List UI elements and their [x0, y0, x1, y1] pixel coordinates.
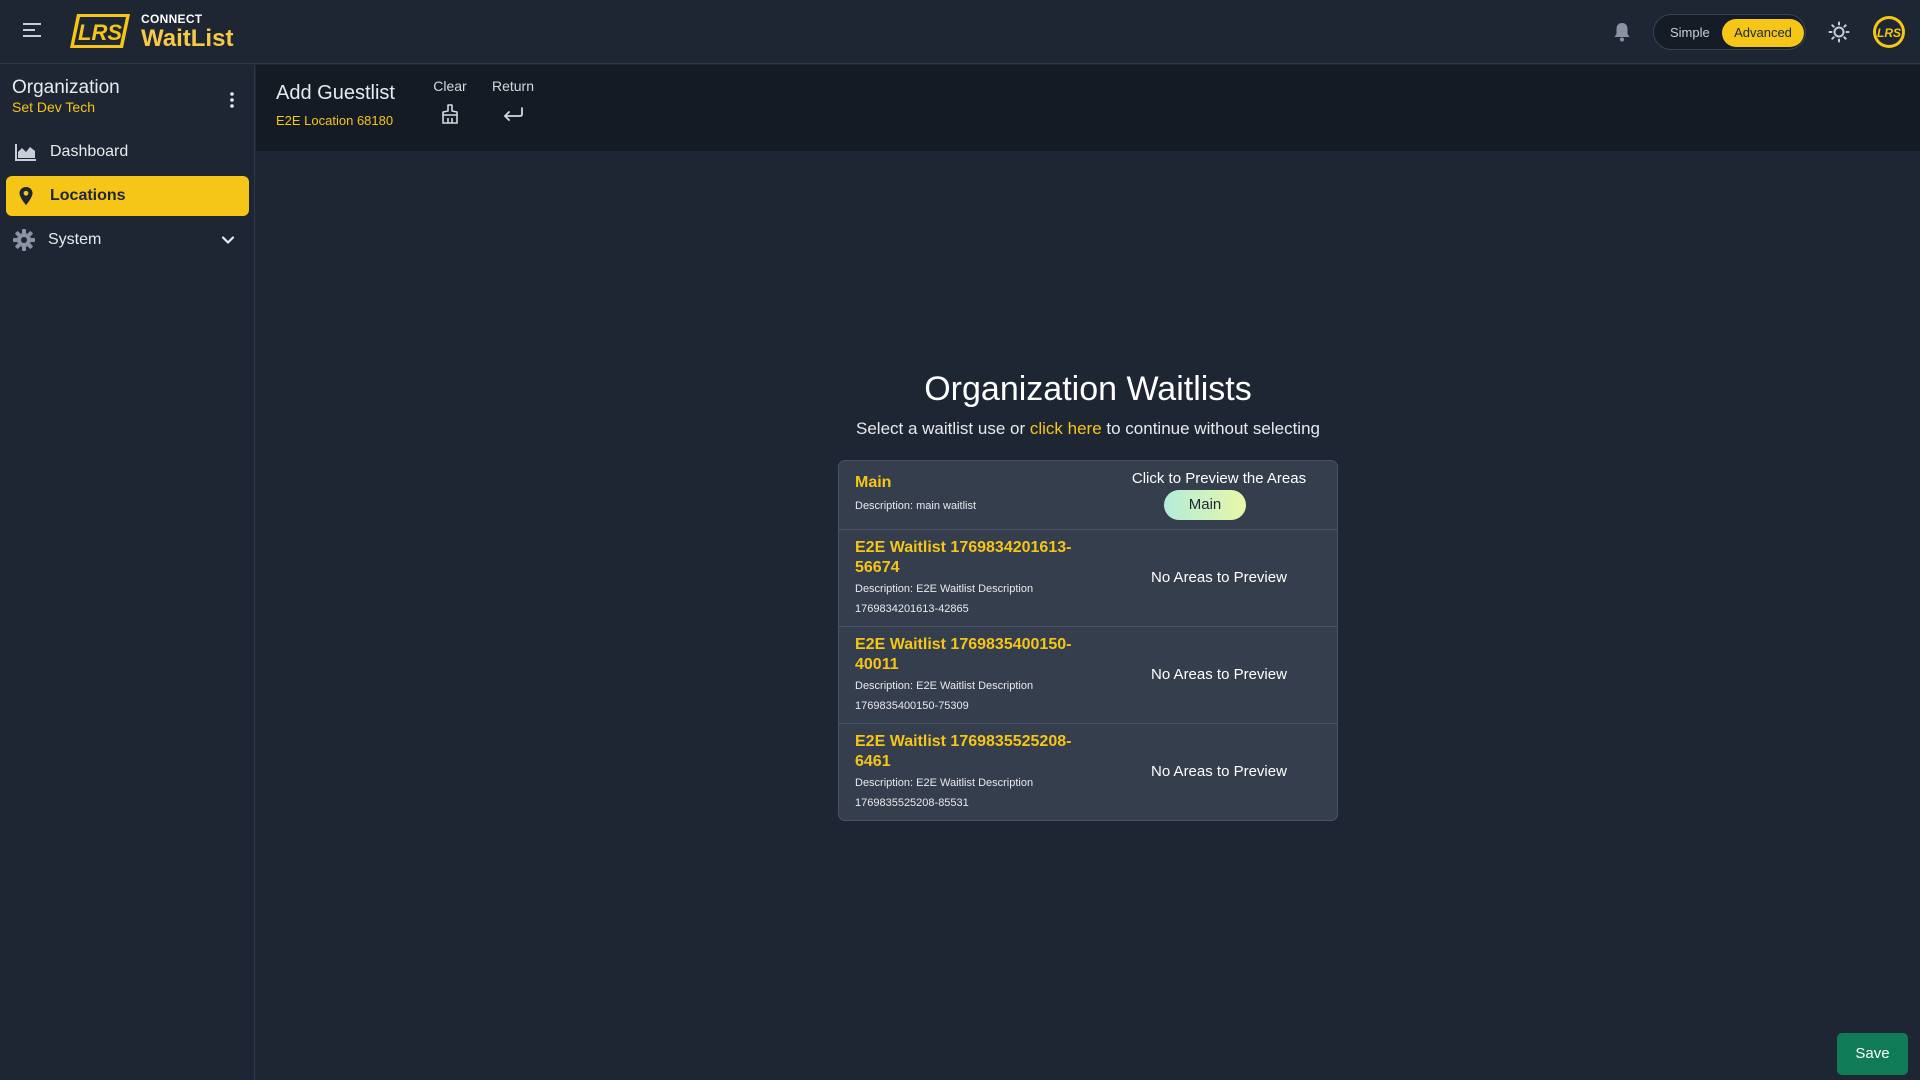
continue-without-selecting-link[interactable]: click here — [1030, 419, 1102, 438]
return-label: Return — [491, 78, 535, 94]
waitlist-row-main[interactable]: Main Description: main waitlist Click to… — [839, 461, 1337, 530]
broom-icon — [442, 104, 458, 124]
no-areas-label: No Areas to Preview — [1151, 763, 1287, 780]
waitlists-subtitle: Select a waitlist use or click here to c… — [256, 419, 1920, 439]
menu-icon[interactable] — [22, 20, 42, 40]
waitlist-name: Main — [855, 474, 892, 491]
more-vertical-icon[interactable] — [225, 90, 239, 110]
waitlists-title: Organization Waitlists — [924, 370, 1252, 408]
sidebar-item-label: Locations — [50, 187, 126, 204]
page-title: Add Guestlist — [276, 82, 395, 104]
waitlist-list: Main Description: main waitlist Click to… — [838, 460, 1338, 821]
waitlist-description: Description: E2E Waitlist Description 17… — [855, 583, 1034, 615]
chart-area-icon — [15, 144, 36, 161]
sidebar-item-system[interactable]: System — [6, 220, 249, 260]
waitlist-name: E2E Waitlist 1769835525208-6461 — [855, 733, 1072, 770]
save-button[interactable]: Save — [1837, 1033, 1908, 1075]
sidebar-item-label: System — [48, 231, 102, 248]
logo-waitlist-text: WaitList — [141, 25, 234, 52]
mode-toggle: Simple Advanced — [1653, 14, 1806, 50]
subtitle-text-after: to continue without selecting — [1101, 419, 1320, 438]
sidebar-item-locations[interactable]: Locations — [6, 176, 249, 216]
no-areas-label: No Areas to Preview — [1151, 569, 1287, 586]
waitlist-row[interactable]: E2E Waitlist 1769835400150-40011 Descrip… — [839, 627, 1337, 724]
clear-label: Clear — [433, 78, 467, 94]
org-title: Organization — [12, 77, 120, 98]
bell-icon[interactable] — [1612, 21, 1632, 43]
avatar-text: LRS — [1877, 26, 1901, 40]
waitlist-description: Description: E2E Waitlist Description 17… — [855, 680, 1034, 712]
waitlist-description: Description: main waitlist — [855, 500, 977, 512]
area-chip-main[interactable]: Main — [1164, 490, 1246, 520]
sun-icon[interactable] — [1828, 21, 1850, 43]
logo-badge-text: LRS — [78, 20, 122, 45]
page-header: Add Guestlist E2E Location 68180 Clear R… — [256, 65, 1920, 151]
user-avatar[interactable]: LRS — [1872, 14, 1906, 50]
waitlist-name: E2E Waitlist 1769835400150-40011 — [855, 636, 1072, 673]
location-name: E2E Location 68180 — [276, 113, 394, 128]
chevron-down-icon[interactable] — [220, 232, 236, 248]
no-areas-label: No Areas to Preview — [1151, 666, 1287, 683]
return-arrow-icon — [504, 107, 523, 121]
return-button[interactable]: Return — [482, 78, 544, 124]
waitlist-description: Description: E2E Waitlist Description 17… — [855, 777, 1034, 809]
waitlist-name: E2E Waitlist 1769834201613-56674 — [855, 539, 1072, 576]
waitlist-row[interactable]: E2E Waitlist 1769835525208-6461 Descript… — [839, 724, 1337, 820]
mode-advanced-button[interactable]: Advanced — [1722, 19, 1804, 47]
org-name: Set Dev Tech — [12, 99, 96, 115]
subtitle-text-before: Select a waitlist use or — [856, 419, 1030, 438]
sidebar-item-dashboard[interactable]: Dashboard — [6, 132, 249, 172]
top-bar: LRS CONNECT WaitList Simple Advanced LRS — [0, 0, 1920, 64]
waitlist-row[interactable]: E2E Waitlist 1769834201613-56674 Descrip… — [839, 530, 1337, 627]
sidebar-item-label: Dashboard — [50, 143, 129, 160]
mode-simple-button[interactable]: Simple — [1664, 22, 1716, 44]
clear-button[interactable]: Clear — [426, 78, 474, 124]
logo-connect-text: CONNECT — [141, 12, 203, 26]
sidebar: Organization Set Dev Tech Dashboard Loca… — [0, 65, 255, 1080]
gear-icon — [13, 229, 35, 251]
lrs-logo: LRS — [70, 14, 130, 48]
map-pin-icon — [19, 187, 33, 205]
preview-areas-label: Click to Preview the Areas — [1131, 470, 1307, 487]
